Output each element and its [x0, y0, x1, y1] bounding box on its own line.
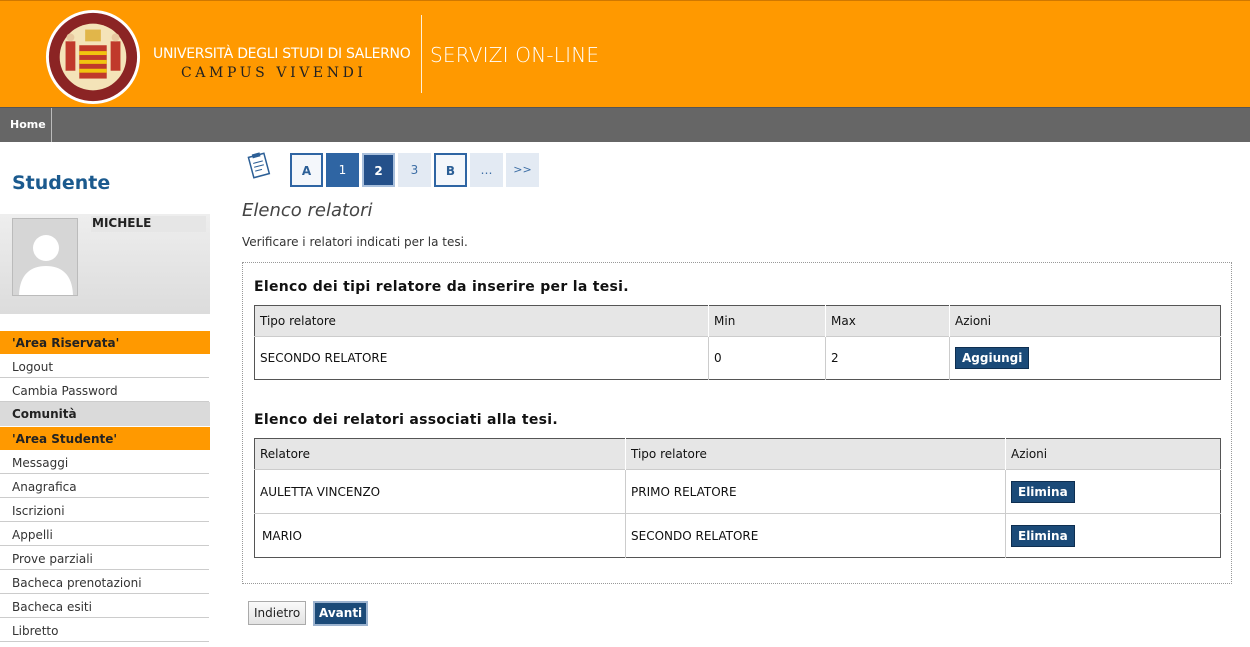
types-table: Tipo relatore Min Max Azioni SECONDO REL…: [254, 305, 1221, 380]
step-b[interactable]: B: [434, 153, 467, 187]
user-name: MICHELE: [91, 216, 206, 232]
sidebar-title: Studente: [12, 172, 111, 194]
cell-max: 2: [825, 336, 950, 380]
cell-min: 0: [708, 336, 826, 380]
assoc-section-title: Elenco dei relatori associati alla tesi.: [254, 412, 558, 428]
cell-actions: Elimina: [1005, 513, 1221, 558]
sidebar-item-cambia-password[interactable]: Cambia Password: [0, 378, 209, 402]
table-header-row: Tipo relatore Min Max Azioni: [254, 305, 1221, 337]
header-divider: [421, 15, 422, 93]
cell-actions: Elimina: [1005, 469, 1221, 514]
column-header: Tipo relatore: [625, 438, 1006, 470]
sidebar-item-iscrizioni[interactable]: Iscrizioni: [0, 498, 209, 522]
university-motto: CAMPUS VIVENDI: [181, 65, 367, 81]
top-navbar: Home: [0, 107, 1250, 142]
clipboard-icon: [247, 152, 271, 179]
column-header: Min: [708, 305, 826, 337]
table-row: SECONDO RELATORE 0 2 Aggiungi: [254, 336, 1221, 380]
page-title: Elenco relatori: [242, 200, 373, 221]
sidebar-item-bacheca-prenotazioni[interactable]: Bacheca prenotazioni: [0, 570, 209, 594]
nav-home-link[interactable]: Home: [0, 108, 52, 142]
sidebar-item-bacheca-esiti[interactable]: Bacheca esiti: [0, 594, 209, 618]
cell-actions: Aggiungi: [949, 336, 1221, 380]
page-description: Verificare i relatori indicati per la te…: [242, 235, 468, 249]
cell-tipo: SECONDO RELATORE: [254, 336, 709, 380]
sidebar-section-area-riservata[interactable]: 'Area Riservata': [0, 330, 210, 354]
column-header: Tipo relatore: [254, 305, 709, 337]
column-header: Azioni: [949, 305, 1221, 337]
cell-relatore: MARIO: [254, 513, 626, 558]
column-header: Relatore: [254, 438, 626, 470]
profile-card: MICHELE: [0, 214, 210, 314]
step-1[interactable]: 1: [326, 153, 359, 187]
university-name: UNIVERSITÀ DEGLI STUDI DI SALERNO: [153, 46, 411, 62]
step-a[interactable]: A: [290, 153, 323, 187]
cell-tipo: SECONDO RELATORE: [625, 513, 1006, 558]
avatar: [12, 218, 78, 296]
cell-tipo: PRIMO RELATORE: [625, 469, 1006, 514]
next-button[interactable]: Avanti: [313, 601, 369, 626]
content-box: Elenco dei tipi relatore da inserire per…: [242, 262, 1232, 584]
cell-relatore: AULETTA VINCENZO: [254, 469, 626, 514]
step-3[interactable]: 3: [398, 153, 431, 187]
delete-button[interactable]: Elimina: [1011, 480, 1075, 503]
site-header: UNIVERSITÀ DEGLI STUDI DI SALERNO CAMPUS…: [0, 0, 1250, 107]
university-seal-logo[interactable]: [44, 8, 142, 106]
sidebar-item-prove-parziali[interactable]: Prove parziali: [0, 546, 209, 570]
step-next-arrows[interactable]: >>: [506, 153, 539, 187]
services-title: SERVIZI ON-LINE: [430, 43, 600, 67]
step-2-current[interactable]: 2: [362, 153, 395, 187]
delete-button[interactable]: Elimina: [1011, 524, 1075, 547]
step-ellipsis[interactable]: …: [470, 153, 503, 187]
table-row: MARIO SECONDO RELATORE Elimina: [254, 513, 1221, 558]
add-button[interactable]: Aggiungi: [955, 347, 1030, 369]
types-section-title: Elenco dei tipi relatore da inserire per…: [254, 279, 629, 295]
sidebar-item-anagrafica[interactable]: Anagrafica: [0, 474, 209, 498]
sidebar-menu: 'Area Riservata' Logout Cambia Password …: [0, 330, 210, 642]
sidebar: Studente MICHELE 'Area Riservata' Logout…: [0, 142, 210, 647]
back-button[interactable]: Indietro: [248, 601, 307, 625]
table-header-row: Relatore Tipo relatore Azioni: [254, 438, 1221, 470]
sidebar-item-libretto[interactable]: Libretto: [0, 618, 209, 642]
sidebar-item-appelli[interactable]: Appelli: [0, 522, 209, 546]
table-row: AULETTA VINCENZO PRIMO RELATORE Elimina: [254, 469, 1221, 514]
wizard-steps: A 1 2 3 B … >>: [290, 153, 539, 187]
main-content: A 1 2 3 B … >> Elenco relatori Verificar…: [242, 142, 1234, 647]
sidebar-item-logout[interactable]: Logout: [0, 354, 209, 378]
column-header: Azioni: [1005, 438, 1221, 470]
user-silhouette-icon: [13, 219, 77, 295]
column-header: Max: [825, 305, 950, 337]
sidebar-section-comunita[interactable]: Comunità: [0, 402, 210, 426]
sidebar-section-area-studente[interactable]: 'Area Studente': [0, 426, 210, 450]
sidebar-item-messaggi[interactable]: Messaggi: [0, 450, 209, 474]
assoc-table: Relatore Tipo relatore Azioni AULETTA VI…: [254, 438, 1221, 558]
